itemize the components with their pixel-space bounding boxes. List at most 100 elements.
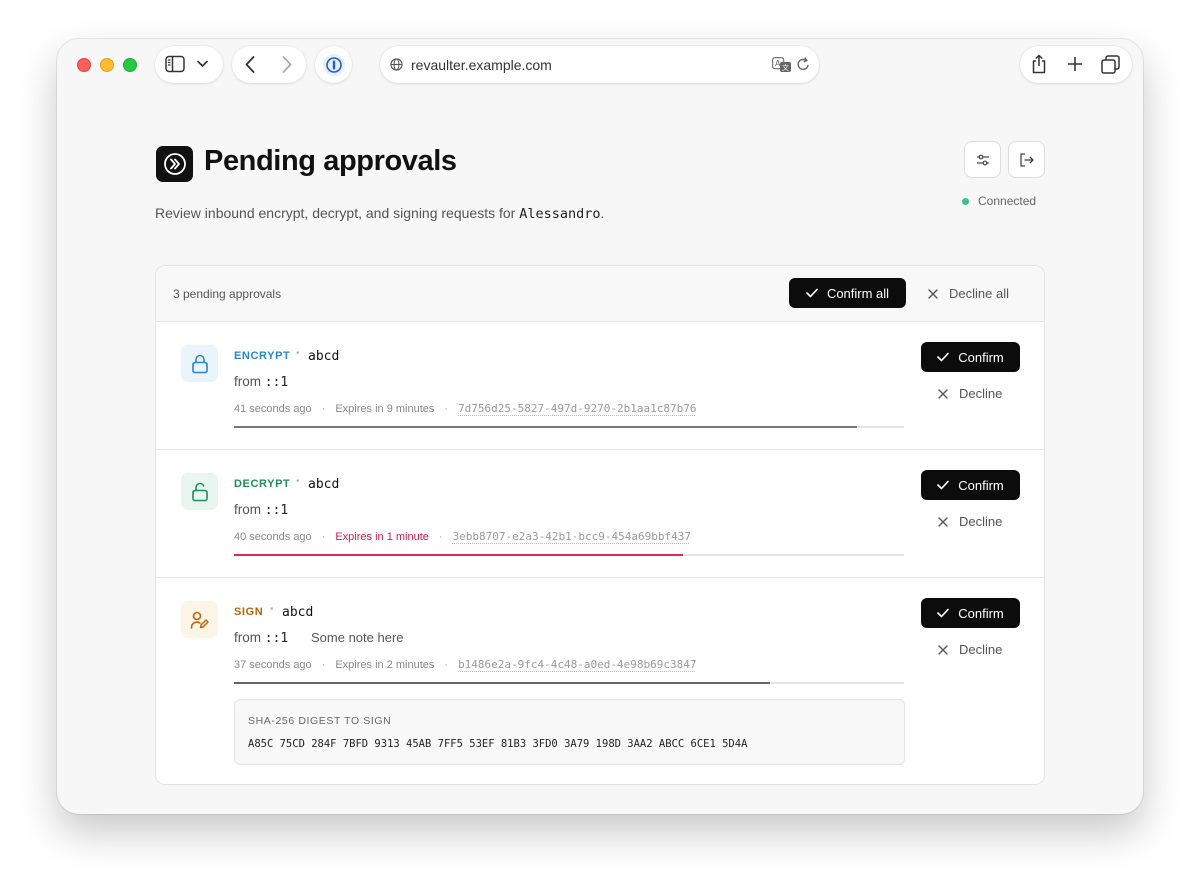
key-name: abcd: [282, 605, 314, 620]
request-origin: from ::1: [234, 374, 288, 390]
request-origin: from ::1: [234, 630, 288, 646]
check-icon: [937, 352, 950, 362]
logout-button[interactable]: [1008, 141, 1045, 178]
separator-dot: •: [296, 348, 300, 359]
share-icon[interactable]: [1031, 54, 1047, 74]
new-tab-icon[interactable]: [1067, 56, 1083, 72]
sidebar-icon[interactable]: [165, 55, 185, 73]
app-logo: [156, 146, 193, 182]
confirm-button[interactable]: Confirm: [921, 598, 1020, 628]
confirm-label: Confirm: [958, 605, 1004, 621]
connection-status: Connected: [962, 194, 1036, 208]
check-icon: [937, 608, 950, 618]
settings-button[interactable]: [964, 141, 1001, 178]
separator-dot: •: [296, 476, 300, 487]
minimize-window-button[interactable]: [100, 58, 114, 72]
page-title: Pending approvals: [204, 145, 457, 177]
decline-button[interactable]: Decline: [938, 642, 1002, 657]
x-icon: [938, 516, 948, 527]
expiry-progress-fill: [234, 426, 858, 428]
confirm-label: Confirm: [958, 477, 1004, 493]
logout-icon: [1020, 152, 1034, 167]
zoom-window-button[interactable]: [123, 58, 137, 72]
request-meta: 40 seconds ago · Expires in 1 minute · 3ebb8…: [234, 530, 691, 543]
from-address: ::1: [264, 375, 289, 390]
expiry-progress-fill: [234, 554, 683, 556]
from-address: ::1: [264, 503, 289, 518]
operation-label: DECRYPT: [234, 478, 291, 490]
expiry-progress: [234, 554, 904, 556]
address-bar[interactable]: revaulter.example.com A文: [380, 46, 819, 83]
subtitle-text: Review inbound encrypt, decrypt, and sig…: [155, 205, 520, 221]
approvals-panel: 3 pending approvals Confirm all Decline …: [155, 265, 1045, 785]
confirm-all-button[interactable]: Confirm all: [789, 278, 906, 308]
browser-window: revaulter.example.com A文 Pending approva…: [57, 39, 1143, 814]
request-row-encrypt: ENCRYPT • abcd from ::1 41 seconds ago · E…: [156, 322, 1044, 450]
forward-icon[interactable]: [282, 56, 292, 73]
separator-dot: •: [270, 604, 274, 615]
from-address: ::1: [264, 631, 289, 646]
confirm-label: Confirm: [958, 349, 1004, 365]
request-origin: from ::1: [234, 502, 288, 518]
svg-text:文: 文: [782, 63, 789, 72]
from-label: from: [234, 630, 261, 645]
browser-toolbar: revaulter.example.com A文: [57, 39, 1143, 95]
sliders-icon: [976, 154, 989, 165]
key-name: abcd: [308, 477, 340, 492]
request-meta: 37 seconds ago · Expires in 2 minutes · b148…: [234, 658, 697, 671]
request-expiry: Expires in 9 minutes: [335, 403, 435, 415]
decline-all-label: Decline all: [949, 286, 1009, 301]
password-manager-icon: [322, 53, 345, 76]
request-age: 37 seconds ago: [234, 659, 312, 671]
chevrons-right-icon: [163, 153, 186, 175]
request-age: 40 seconds ago: [234, 531, 312, 543]
x-icon: [938, 388, 948, 399]
sidebar-control: [155, 46, 223, 83]
request-meta: 41 seconds ago · Expires in 9 minutes · 7d75…: [234, 402, 697, 415]
window-actions: [1020, 46, 1132, 83]
check-icon: [806, 288, 818, 298]
operation-label: SIGN: [234, 606, 264, 618]
request-row-decrypt: DECRYPT • abcd from ::1 40 seconds ago · E…: [156, 450, 1044, 578]
decline-button[interactable]: Decline: [938, 386, 1002, 401]
request-id[interactable]: 3ebb8707-e2a3-42b1-bcc9-454a69bbf437: [453, 530, 691, 543]
x-icon: [938, 644, 948, 655]
tab-overview-icon[interactable]: [1101, 55, 1120, 74]
panel-header: 3 pending approvals Confirm all Decline …: [156, 266, 1044, 322]
digest-panel: SHA-256 DIGEST TO SIGN A85C 75CD 284F 7B…: [234, 699, 905, 765]
reload-icon[interactable]: [796, 57, 810, 72]
decline-label: Decline: [959, 514, 1003, 529]
confirm-button[interactable]: Confirm: [921, 342, 1020, 372]
confirm-button[interactable]: Confirm: [921, 470, 1020, 500]
pending-count: 3 pending approvals: [173, 287, 282, 301]
globe-icon: [390, 58, 403, 71]
decline-all-button[interactable]: Decline all: [928, 286, 1009, 301]
decline-label: Decline: [959, 386, 1003, 401]
lock-icon: [181, 345, 218, 382]
translate-icon[interactable]: A文: [772, 57, 792, 73]
from-label: from: [234, 502, 261, 517]
expiry-progress: [234, 426, 904, 428]
extension-button[interactable]: [315, 46, 352, 83]
expiry-progress: [234, 682, 904, 684]
unlock-icon: [181, 473, 218, 510]
back-icon[interactable]: [245, 56, 255, 73]
digest-value[interactable]: A85C 75CD 284F 7BFD 9313 45AB 7FF5 53EF …: [248, 738, 747, 750]
request-id[interactable]: 7d756d25-5827-497d-9270-2b1aa1c87b76: [458, 402, 696, 415]
navigation-controls: [232, 46, 306, 83]
chevron-down-icon[interactable]: [197, 60, 208, 68]
request-note: Some note here: [311, 630, 404, 645]
from-label: from: [234, 374, 261, 389]
request-row-sign: SIGN • abcd from ::1 Some note here 37 s…: [156, 578, 1044, 784]
status-dot: [962, 197, 969, 205]
digest-label: SHA-256 DIGEST TO SIGN: [248, 715, 392, 727]
request-id[interactable]: b1486e2a-9fc4-4c48-a0ed-4e98b69c3847: [458, 658, 696, 671]
x-icon: [928, 288, 938, 299]
check-icon: [937, 480, 950, 490]
decline-button[interactable]: Decline: [938, 514, 1002, 529]
pen-signature-icon: [181, 601, 218, 638]
close-window-button[interactable]: [77, 58, 91, 72]
decline-label: Decline: [959, 642, 1003, 657]
request-expiry: Expires in 2 minutes: [335, 659, 435, 671]
url-text: revaulter.example.com: [411, 56, 552, 73]
